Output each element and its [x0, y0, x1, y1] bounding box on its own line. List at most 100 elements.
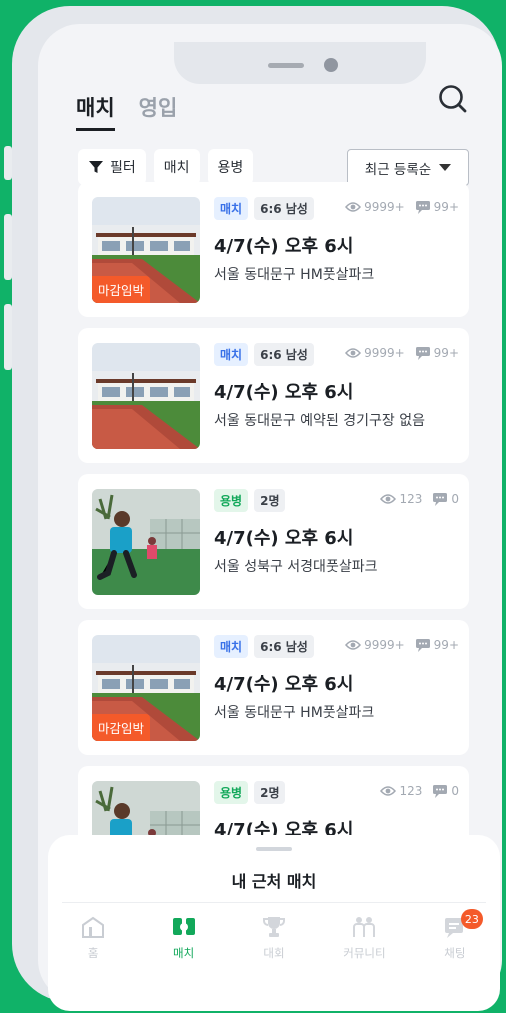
match-location: 서울 동대문구 HM풋살파크 — [214, 705, 375, 721]
comment-icon — [433, 785, 448, 798]
comment-icon — [433, 493, 448, 506]
views-count: 9999+ — [364, 346, 405, 360]
condition-badge: 6:6 남성 — [254, 343, 314, 366]
views-count: 9999+ — [364, 200, 405, 214]
sort-label: 최근 등록순 — [364, 161, 432, 178]
chip-mercenary[interactable]: 용병 — [207, 149, 254, 185]
eye-icon — [380, 786, 397, 796]
condition-badge: 2명 — [254, 781, 286, 804]
card-stats: 123 0 — [380, 784, 459, 798]
phone-notch — [174, 42, 426, 84]
match-location: 서울 동대문구 예약된 경기구장 없음 — [214, 413, 425, 429]
nav-item-home[interactable]: 홈 — [48, 915, 138, 961]
card-badges: 용병 2명 — [214, 489, 286, 512]
card-badges: 매치 6:6 남성 — [214, 343, 314, 366]
comments-stat: 99+ — [415, 200, 459, 214]
nav-item-chat[interactable]: 23 채팅 — [410, 909, 500, 961]
match-icon — [172, 918, 195, 935]
condition-badge: 6:6 남성 — [254, 197, 314, 220]
match-datetime: 4/7(수) 오후 6시 — [214, 528, 354, 549]
funnel-icon — [89, 161, 103, 173]
match-datetime: 4/7(수) 오후 6시 — [214, 382, 354, 403]
match-card[interactable]: 매치 6:6 남성 9999+ 99+ 4/7(수) 오후 6시서울 동대문구 예약된 … — [78, 328, 469, 463]
speaker-grille — [268, 63, 304, 68]
views-count: 9999+ — [364, 638, 405, 652]
match-datetime: 4/7(수) 오후 6시 — [214, 674, 354, 695]
field-thumbnail: 마감임박 — [92, 197, 200, 303]
filter-label: 필터 — [110, 160, 136, 176]
views-count: 123 — [399, 492, 423, 506]
views-stat: 123 — [380, 784, 422, 798]
nav-label-match: 매치 — [173, 946, 195, 960]
comments-count: 99+ — [433, 346, 459, 360]
chip-match[interactable]: 매치 — [153, 149, 200, 185]
comments-stat: 0 — [432, 492, 459, 506]
search-icon — [439, 85, 467, 113]
nav-item-tournament[interactable]: 대회 — [229, 915, 319, 961]
eye-icon — [345, 202, 362, 212]
views-stat: 123 — [380, 492, 422, 506]
sheet-handle[interactable] — [256, 847, 292, 851]
type-badge: 용병 — [214, 781, 249, 804]
card-stats: 9999+ 99+ — [345, 200, 459, 214]
views-stat: 9999+ — [345, 638, 405, 652]
tab-recruit[interactable]: 영입 — [139, 92, 178, 131]
comments-stat: 99+ — [415, 638, 459, 652]
top-tabs: 매치 영입 — [76, 92, 177, 131]
type-badge: 매치 — [214, 343, 249, 366]
eye-icon — [345, 640, 362, 650]
bottom-sheet: 내 근처 매치 홈 매치 대회 커뮤니티 23 채팅 — [48, 835, 500, 1011]
tab-match[interactable]: 매치 — [76, 92, 115, 131]
sort-dropdown[interactable]: 최근 등록순 — [347, 149, 469, 186]
match-card[interactable]: 용병 2명 123 0 4/7(수) 오후 6시서울 성북구 서경대풋살파크 — [78, 474, 469, 609]
comments-count: 0 — [451, 784, 459, 798]
comment-icon — [415, 201, 430, 214]
phone-frame: 매치 영입 필터 매치 용병 최근 등록순 마감임박 매치 6:6 남성 9999+ 9… — [12, 6, 502, 1011]
type-badge: 매치 — [214, 635, 249, 658]
comment-icon — [415, 347, 430, 360]
nav-label-home: 홈 — [87, 946, 99, 960]
card-badges: 매치 6:6 남성 — [214, 197, 314, 220]
nav-item-community[interactable]: 커뮤니티 — [319, 915, 409, 961]
nav-label-tournament: 대회 — [263, 946, 285, 960]
match-location: 서울 동대문구 HM풋살파크 — [214, 267, 375, 283]
front-camera — [324, 58, 338, 72]
comment-icon — [415, 639, 430, 652]
caret-down-icon — [439, 164, 452, 171]
filter-bar: 필터 매치 용병 — [78, 149, 254, 185]
views-count: 123 — [399, 784, 423, 798]
closing-soon-badge: 마감임박 — [92, 714, 151, 741]
comments-stat: 0 — [432, 784, 459, 798]
phone-volume-down-button — [4, 304, 12, 370]
card-stats: 123 0 — [380, 492, 459, 506]
trophy-icon — [263, 917, 286, 937]
card-stats: 9999+ 99+ — [345, 346, 459, 360]
condition-badge: 2명 — [254, 489, 286, 512]
chat-unread-badge: 23 — [460, 909, 483, 929]
nav-item-match[interactable]: 매치 — [138, 915, 228, 961]
community-icon — [353, 917, 376, 937]
views-stat: 9999+ — [345, 346, 405, 360]
match-location: 서울 성북구 서경대풋살파크 — [214, 559, 378, 575]
filter-button[interactable]: 필터 — [78, 149, 146, 185]
comments-count: 0 — [451, 492, 459, 506]
match-card[interactable]: 마감임박 매치 6:6 남성 9999+ 99+ 4/7(수) 오후 6시서울 동대문구 … — [78, 182, 469, 317]
match-datetime: 4/7(수) 오후 6시 — [214, 236, 354, 257]
nav-label-chat: 채팅 — [444, 946, 466, 960]
search-button[interactable] — [432, 78, 476, 122]
closing-soon-badge: 마감임박 — [92, 276, 151, 303]
phone-side-button — [4, 146, 12, 180]
comments-count: 99+ — [433, 638, 459, 652]
comments-stat: 99+ — [415, 346, 459, 360]
field-thumbnail — [92, 343, 200, 449]
match-card[interactable]: 마감임박 매치 6:6 남성 9999+ 99+ 4/7(수) 오후 6시서울 동대문구 … — [78, 620, 469, 755]
comments-count: 99+ — [433, 200, 459, 214]
card-stats: 9999+ 99+ — [345, 638, 459, 652]
type-badge: 매치 — [214, 197, 249, 220]
type-badge: 용병 — [214, 489, 249, 512]
card-badges: 용병 2명 — [214, 781, 286, 804]
phone-volume-up-button — [4, 214, 12, 280]
bottom-nav: 홈 매치 대회 커뮤니티 23 채팅 — [48, 909, 500, 961]
condition-badge: 6:6 남성 — [254, 635, 314, 658]
home-icon — [82, 916, 105, 938]
